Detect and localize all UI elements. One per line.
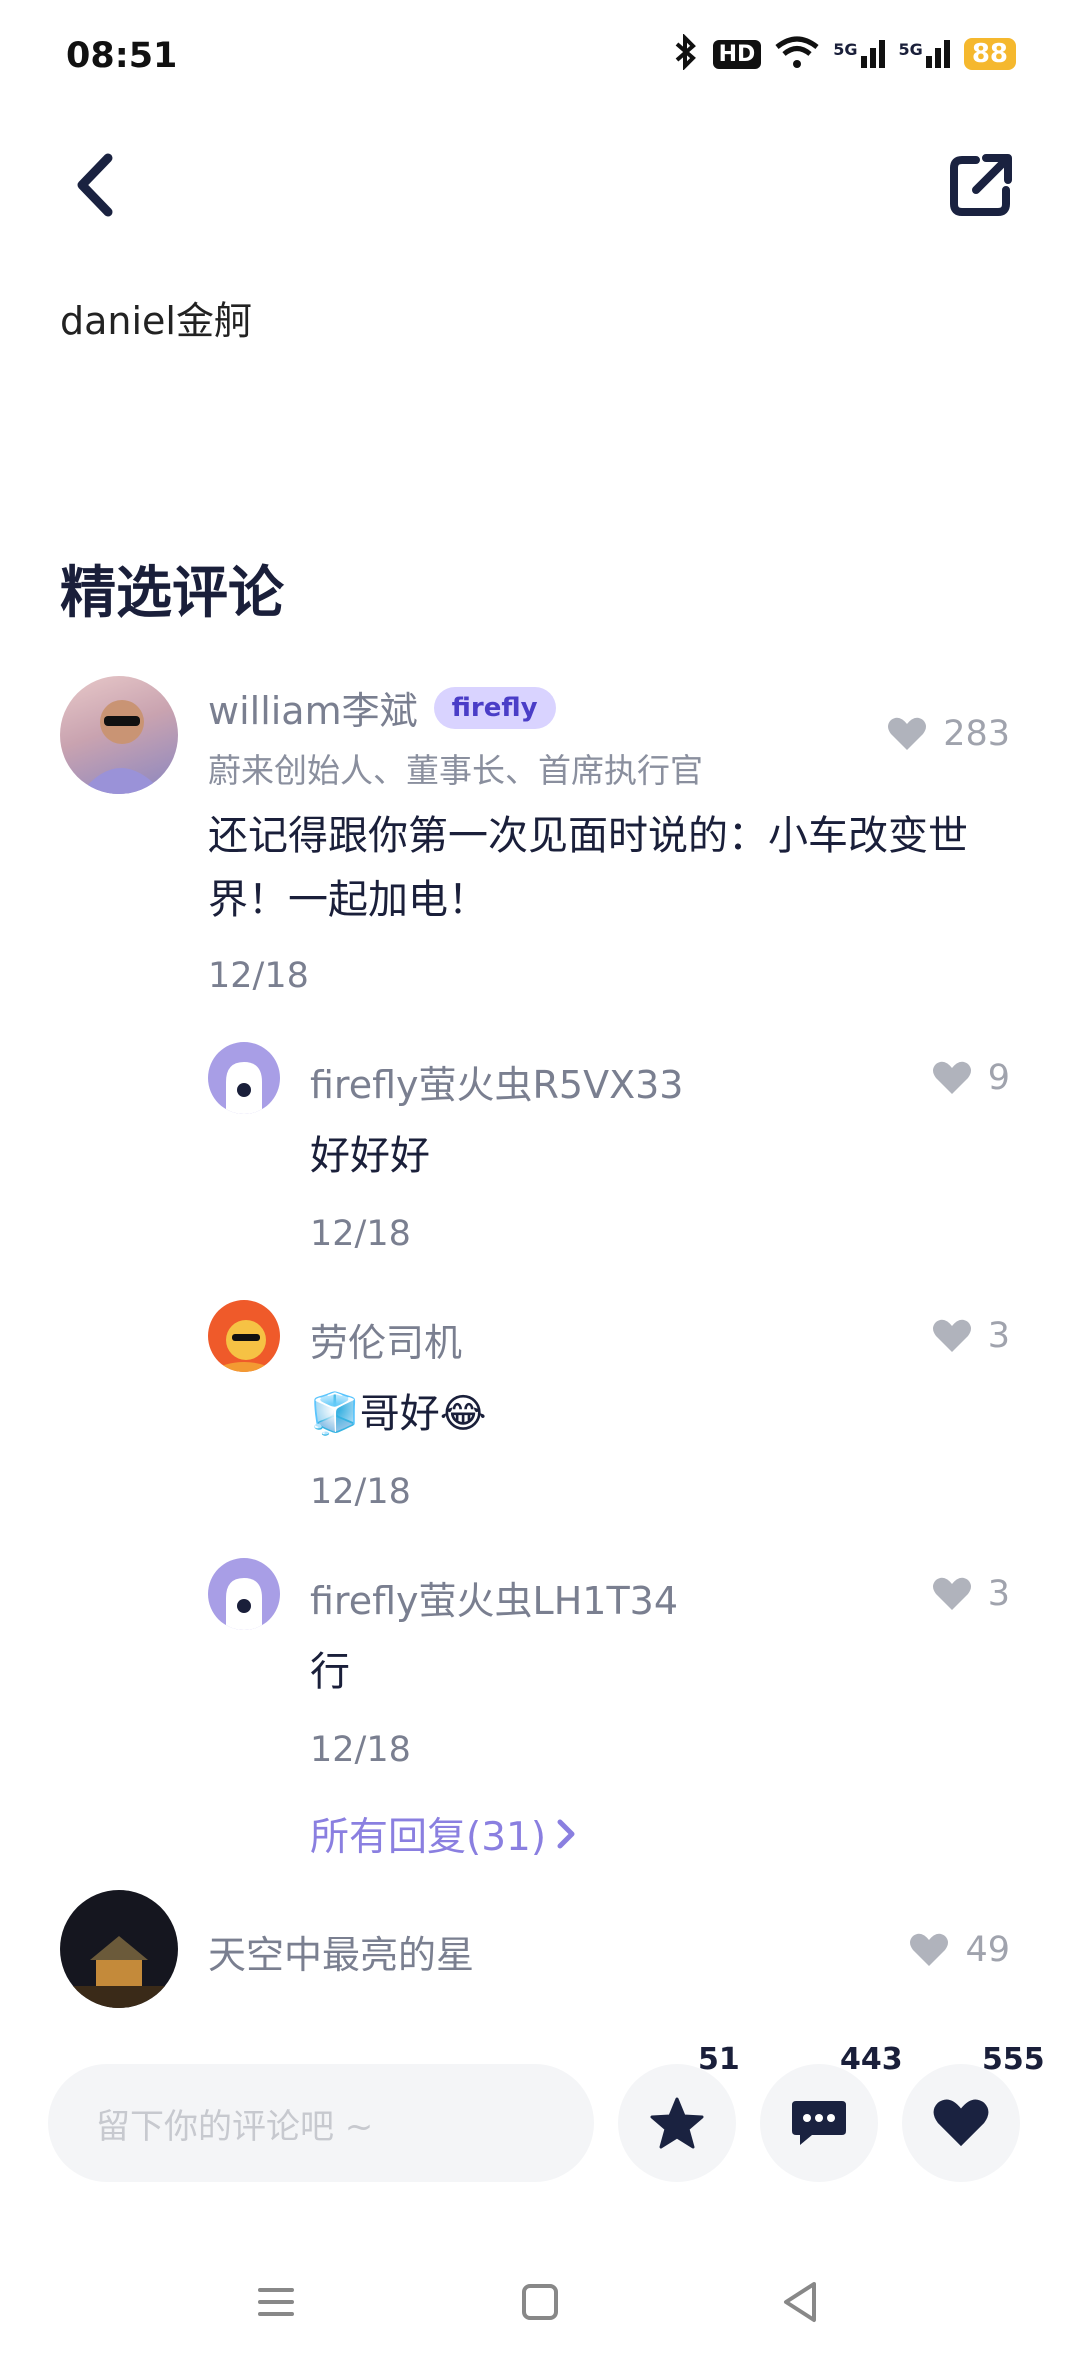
- reply-date: 12/18: [310, 1214, 411, 1254]
- system-nav-bar: [0, 2266, 1080, 2346]
- menu-button[interactable]: [256, 2282, 296, 2326]
- avatar[interactable]: [60, 1890, 178, 2008]
- avatar[interactable]: [208, 1558, 280, 1630]
- post-author-line: daniel金舸: [60, 299, 252, 343]
- section-title: 精选评论: [60, 561, 284, 626]
- likes-count: 555: [982, 2042, 1045, 2077]
- like-post-button[interactable]: [902, 2064, 1020, 2182]
- reply-author-name[interactable]: firefly萤火虫R5VX33: [310, 1054, 684, 1109]
- reply-text: 🧊哥好😂: [310, 1391, 487, 1437]
- all-replies-link[interactable]: 所有回复(31): [310, 1806, 578, 1862]
- signal-icon-2: 5G: [899, 40, 950, 68]
- like-button[interactable]: 9: [932, 1058, 1010, 1098]
- heart-icon: [932, 1577, 971, 1610]
- like-count: 49: [965, 1930, 1010, 1970]
- like-count: 3: [987, 1316, 1010, 1356]
- battery-indicator: 88: [963, 38, 1016, 70]
- comment-input-placeholder: 留下你的评论吧 ~: [96, 2106, 374, 2147]
- avatar[interactable]: [60, 676, 178, 794]
- heart-icon: [932, 1061, 971, 1094]
- comments-button[interactable]: [760, 2064, 878, 2182]
- back-nav-button[interactable]: [780, 2280, 820, 2328]
- like-button[interactable]: 3: [932, 1574, 1010, 1614]
- favorite-count: 51: [698, 2042, 740, 2077]
- bluetooth-icon: [673, 33, 699, 74]
- like-count: 283: [943, 714, 1010, 754]
- like-button[interactable]: 283: [887, 714, 1010, 754]
- star-icon: [650, 2097, 704, 2149]
- like-button[interactable]: 49: [909, 1930, 1010, 1970]
- comment-date: 12/18: [208, 956, 309, 996]
- like-button[interactable]: 3: [932, 1316, 1010, 1356]
- chat-bubble-icon: [792, 2101, 846, 2145]
- home-button[interactable]: [520, 2282, 560, 2326]
- comments-count: 443: [840, 2042, 903, 2077]
- chevron-left-icon: [77, 153, 113, 217]
- hd-icon: HD: [712, 39, 762, 69]
- all-replies-label: 所有回复(31): [310, 1815, 547, 1860]
- comment-input[interactable]: 留下你的评论吧 ~: [48, 2064, 594, 2182]
- reply-text: 行: [310, 1649, 350, 1695]
- reply-date: 12/18: [310, 1472, 411, 1512]
- heart-icon: [910, 1933, 949, 1966]
- reply-text: 好好好: [310, 1133, 430, 1179]
- like-count: 9: [987, 1058, 1010, 1098]
- favorite-button[interactable]: [618, 2064, 736, 2182]
- home-square-icon: [522, 2284, 558, 2320]
- signal-icon-1: 5G: [833, 40, 885, 68]
- avatar[interactable]: [208, 1300, 280, 1372]
- commenter-title: 蔚来创始人、董事长、首席执行官: [208, 751, 703, 790]
- heart-icon: [932, 1319, 971, 1352]
- share-icon: [950, 154, 1012, 216]
- status-time: 08:51: [66, 36, 178, 76]
- share-button[interactable]: [946, 150, 1016, 220]
- firefly-badge: firefly: [433, 686, 556, 729]
- menu-icon: [258, 2288, 294, 2316]
- reply-author-name[interactable]: firefly萤火虫LH1T34: [310, 1570, 678, 1625]
- chevron-right-icon: [557, 1819, 575, 1849]
- commenter-name[interactable]: william李斌: [208, 680, 418, 735]
- triangle-back-icon: [784, 2282, 816, 2322]
- network-type-1: 5G: [833, 40, 858, 59]
- reply-date: 12/18: [310, 1730, 411, 1770]
- avatar[interactable]: [208, 1042, 280, 1114]
- network-type-2: 5G: [898, 40, 923, 59]
- back-button[interactable]: [68, 150, 128, 220]
- like-count: 3: [987, 1574, 1010, 1614]
- heart-icon: [933, 2099, 989, 2147]
- wifi-icon: [775, 35, 819, 73]
- comment-text: 还记得跟你第一次见面时说的：小车改变世界！一起加电！: [208, 813, 968, 923]
- heart-icon: [888, 717, 927, 750]
- reply-author-name[interactable]: 劳伦司机: [310, 1312, 462, 1367]
- status-icons: HD 5G 5G 88: [673, 33, 1016, 74]
- commenter-name[interactable]: 天空中最亮的星: [208, 1924, 474, 1979]
